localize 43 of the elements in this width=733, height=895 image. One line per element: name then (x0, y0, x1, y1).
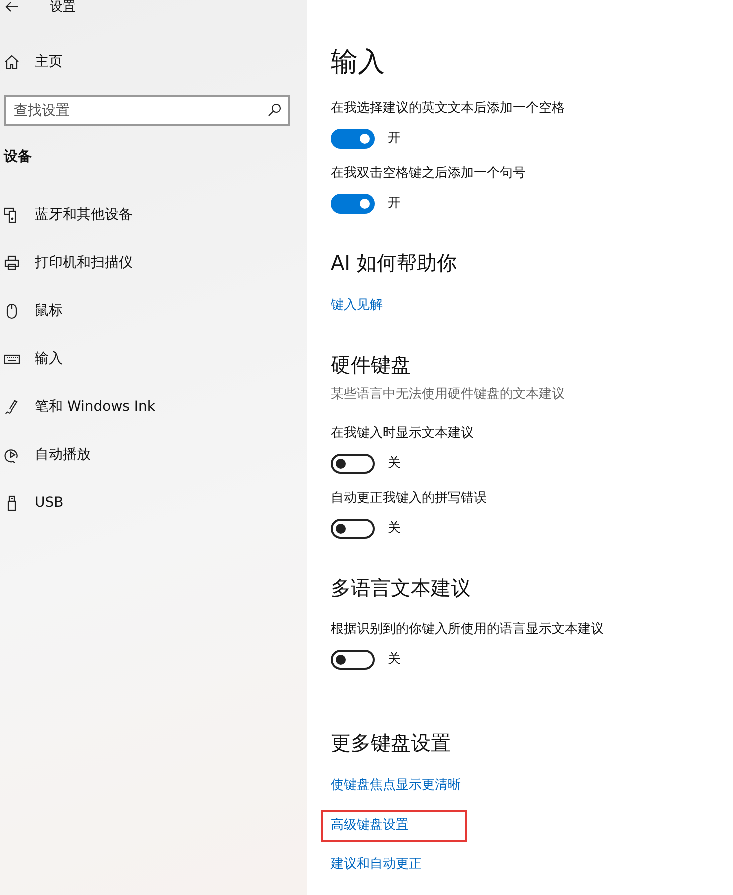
window-title: 设置 (50, 0, 76, 16)
settings-link[interactable]: 键入见解 (331, 298, 383, 313)
setting-label: 自动更正我键入的拼写错误 (331, 490, 488, 508)
toggle-state-text: 关 (388, 455, 401, 473)
search-icon (268, 103, 282, 117)
search-field[interactable]: 查找设置 (4, 95, 290, 126)
toggle-switch[interactable] (331, 129, 375, 149)
settings-link[interactable]: 建议和自动更正 (331, 857, 422, 872)
toggle-switch[interactable] (331, 650, 375, 670)
description-text: 某些语言中无法使用硬件键盘的文本建议 (331, 386, 566, 404)
page-title: 输入 (331, 46, 386, 80)
play-circle-icon (4, 446, 20, 464)
section-heading: AI 如何帮助你 (331, 250, 458, 277)
mouse-icon (4, 302, 20, 320)
section-heading: 更多键盘设置 (331, 730, 452, 757)
nav-item[interactable]: 打印机和扫描仪 (0, 253, 307, 273)
section-heading: 硬件键盘 (331, 352, 412, 379)
pen-icon (4, 398, 20, 416)
nav-item[interactable]: USB (0, 493, 307, 513)
printer-icon (4, 254, 20, 272)
setting-label: 在我选择建议的英文文本后添加一个空格 (331, 100, 566, 118)
setting-label: 在我双击空格键之后添加一个句号 (331, 165, 527, 183)
section-heading: 多语言文本建议 (331, 575, 472, 602)
home-nav-item[interactable]: 主页 (0, 52, 307, 72)
toggle-state-text: 开 (388, 195, 401, 213)
setting-label: 根据识别到的你键入所使用的语言显示文本建议 (331, 621, 605, 639)
toggle-switch[interactable] (331, 194, 375, 214)
nav-item[interactable]: 自动播放 (0, 445, 307, 465)
toggle-switch[interactable] (331, 519, 375, 539)
toggle-switch[interactable] (331, 454, 375, 474)
nav-item[interactable]: 笔和 Windows Ink (0, 397, 307, 417)
nav-item[interactable]: 输入 (0, 349, 307, 369)
toggle-state-text: 关 (388, 651, 401, 669)
nav-item[interactable]: 蓝牙和其他设备 (0, 205, 307, 225)
toggle-state-text: 开 (388, 130, 401, 148)
toggle-state-text: 关 (388, 520, 401, 538)
settings-link[interactable]: 高级键盘设置 (331, 816, 409, 836)
home-icon (4, 54, 20, 70)
settings-link[interactable]: 使键盘焦点显示更清晰 (331, 778, 461, 793)
setting-label: 在我键入时显示文本建议 (331, 425, 475, 443)
nav-item[interactable]: 鼠标 (0, 301, 307, 321)
section-heading: 设备 (2, 148, 33, 167)
back-arrow-icon (5, 1, 19, 13)
